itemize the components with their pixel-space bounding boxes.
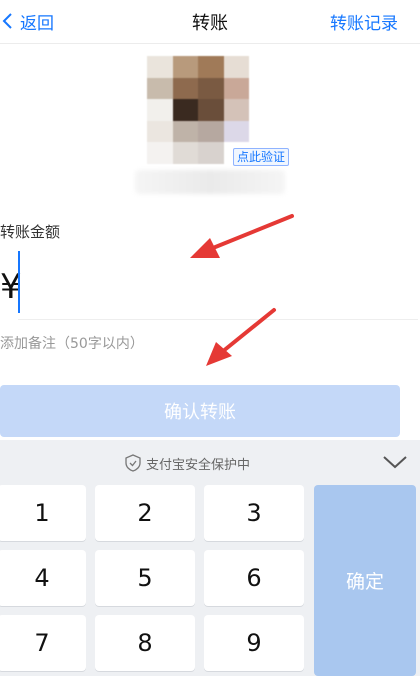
- input-caret: [18, 251, 20, 313]
- nav-bar: 返回 转账 转账记录: [0, 0, 420, 44]
- key-2[interactable]: 2: [95, 485, 195, 541]
- key-9[interactable]: 9: [204, 615, 304, 671]
- recipient-avatar: [147, 44, 257, 164]
- add-remark-link[interactable]: 添加备注（50字以内）: [0, 333, 144, 353]
- key-4[interactable]: 4: [0, 550, 86, 606]
- shield-icon: [125, 454, 141, 472]
- security-text: 支付宝安全保护中: [146, 458, 251, 473]
- key-5[interactable]: 5: [95, 550, 195, 606]
- amount-input[interactable]: [18, 250, 418, 320]
- recipient-account-masked: [135, 170, 285, 194]
- keyboard-confirm-button[interactable]: 确定: [314, 485, 416, 676]
- key-8[interactable]: 8: [95, 615, 195, 671]
- keyboard-header: 支付宝安全保护中: [0, 440, 420, 480]
- chevron-down-icon[interactable]: [382, 455, 408, 469]
- confirm-transfer-button[interactable]: 确认转账: [0, 385, 400, 437]
- transfer-records-link[interactable]: 转账记录: [330, 9, 398, 34]
- amount-label: 转账金额: [0, 223, 61, 241]
- verify-link[interactable]: 点此验证: [233, 148, 290, 166]
- numeric-keyboard: 支付宝安全保护中 1 2 3 4 5 6 7 8 9 确定: [0, 440, 420, 676]
- key-1[interactable]: 1: [0, 485, 86, 541]
- key-6[interactable]: 6: [204, 550, 304, 606]
- key-3[interactable]: 3: [204, 485, 304, 541]
- key-7[interactable]: 7: [0, 615, 86, 671]
